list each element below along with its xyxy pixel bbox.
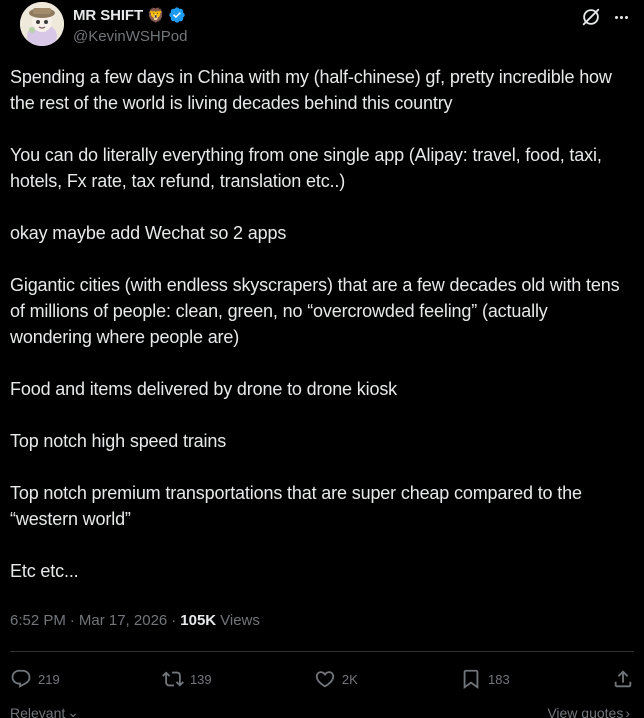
tweet-paragraph: Etc etc...	[10, 561, 79, 581]
action-bar: 219 139 2K 183	[10, 666, 634, 692]
like-count: 2K	[341, 671, 358, 687]
tweet-paragraph: Spending a few days in China with my (ha…	[10, 67, 617, 113]
tweet-paragraph: Gigantic cities (with endless skyscraper…	[10, 275, 625, 347]
author-name-row: MR SHIFT 🦁	[73, 5, 187, 25]
grok-icon[interactable]	[580, 6, 602, 28]
tweet-meta: 6:52 PM · Mar 17, 2026 · 105K Views	[10, 612, 260, 629]
author-handle[interactable]: @KevinWSHPod	[73, 28, 187, 45]
replies-footer: Relevant ⌄ View quotes ›	[10, 704, 630, 718]
dot	[614, 15, 618, 19]
reply-count: 219	[38, 671, 60, 687]
repost-count: 139	[189, 671, 212, 687]
author-display-name[interactable]: MR SHIFT	[73, 7, 143, 24]
meta-separator: ·	[69, 612, 75, 629]
tweet-date[interactable]: Mar 17, 2026	[79, 612, 167, 629]
lion-emoji: 🦁	[147, 7, 165, 23]
divider	[10, 651, 634, 652]
repost-button[interactable]: 139	[161, 668, 212, 690]
avatar[interactable]	[20, 2, 64, 46]
reply-button[interactable]: 219	[10, 668, 60, 690]
more-dots-icon[interactable]	[610, 6, 632, 28]
avatar-image	[20, 2, 64, 46]
view-quotes-link[interactable]: View quotes ›	[547, 704, 630, 718]
tweet-paragraph: Top notch high speed trains	[10, 431, 227, 451]
views-label: Views	[220, 612, 260, 629]
tweet: MR SHIFT 🦁 @KevinWSHPod Spending a few d…	[0, 0, 644, 718]
share-icon	[614, 670, 632, 688]
chevron-down-icon: ⌄	[67, 704, 79, 718]
sort-dropdown[interactable]: Relevant ⌄	[10, 704, 79, 718]
tweet-paragraph: You can do literally everything from one…	[10, 145, 607, 191]
tweet-paragraph: okay maybe add Wechat so 2 apps	[10, 223, 287, 243]
view-quotes-label: View quotes	[547, 704, 624, 718]
share-button[interactable]	[612, 668, 634, 690]
author-block: MR SHIFT 🦁 @KevinWSHPod	[73, 5, 187, 46]
chevron-right-icon: ›	[625, 704, 630, 718]
verified-badge-icon[interactable]	[168, 6, 186, 24]
views-count: 105K	[180, 612, 217, 629]
meta-separator: ·	[171, 612, 177, 629]
tweet-paragraph: Top notch premium transportations that a…	[10, 483, 587, 529]
dot	[624, 15, 628, 19]
dot	[619, 15, 623, 19]
tweet-header: MR SHIFT 🦁 @KevinWSHPod	[10, 0, 632, 60]
heart-icon	[315, 671, 335, 688]
bookmark-button[interactable]: 183	[460, 668, 510, 690]
sort-label: Relevant	[10, 704, 66, 718]
tweet-time[interactable]: 6:52 PM	[10, 612, 66, 629]
bookmark-count: 183	[488, 671, 510, 687]
tweet-text: Spending a few days in China with my (ha…	[10, 64, 630, 584]
tweet-paragraph: Food and items delivered by drone to dro…	[10, 379, 398, 399]
repost-icon	[161, 671, 184, 687]
like-button[interactable]: 2K	[314, 668, 358, 690]
bookmark-icon	[463, 669, 479, 690]
reply-icon	[11, 669, 31, 688]
